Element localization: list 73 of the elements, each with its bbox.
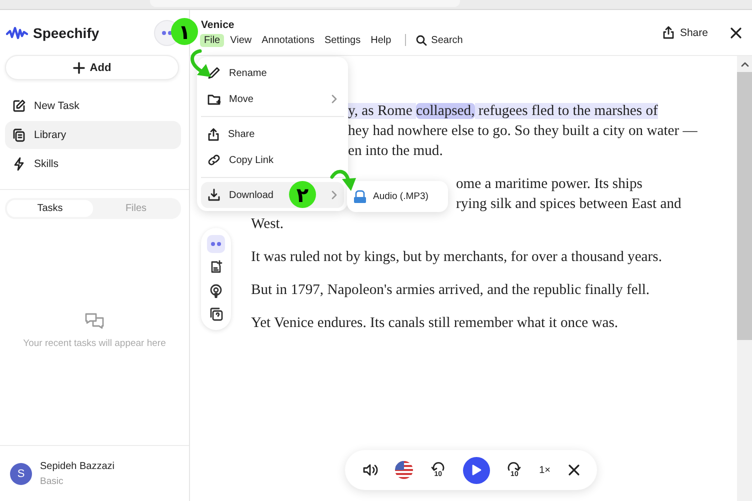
pointer-arrow bbox=[330, 170, 356, 191]
highlighted-text: y, as Rome bbox=[348, 103, 416, 119]
lightning-icon bbox=[12, 157, 26, 171]
search-icon bbox=[416, 34, 428, 46]
menu-option[interactable]: Copy Link bbox=[201, 147, 344, 173]
chevron-icon bbox=[330, 94, 338, 104]
library-icon bbox=[12, 128, 26, 142]
close-button[interactable] bbox=[730, 26, 742, 38]
menu-option[interactable]: Audio (.MP3) bbox=[353, 190, 428, 204]
forward-arrow-icon bbox=[507, 462, 522, 471]
assistant-button[interactable] bbox=[207, 234, 225, 253]
close-icon bbox=[730, 26, 742, 38]
tab[interactable]: Tasks bbox=[7, 200, 93, 217]
play-button[interactable] bbox=[462, 456, 490, 484]
play-icon bbox=[470, 464, 482, 476]
scroll-thumb[interactable] bbox=[737, 72, 752, 340]
user-avatar[interactable]: S bbox=[10, 462, 32, 484]
folder-icon bbox=[207, 92, 221, 106]
app-name: Speechify bbox=[33, 24, 100, 40]
speed-button[interactable]: 1× bbox=[539, 464, 551, 476]
menu-item[interactable]: Help bbox=[366, 34, 396, 46]
podcast-icon bbox=[209, 284, 223, 298]
empty-state-text: Your recent tasks will appear here bbox=[23, 338, 166, 348]
document-title: Venice bbox=[200, 18, 236, 30]
user-name: Sepideh Bazzazi bbox=[40, 460, 114, 472]
share-button[interactable]: Share bbox=[660, 24, 710, 41]
scroll-up-icon bbox=[740, 61, 748, 67]
add-button[interactable]: Add bbox=[5, 55, 179, 80]
search-button[interactable]: Search bbox=[416, 34, 463, 46]
logo-icon bbox=[6, 24, 28, 40]
pointer-arrow bbox=[190, 49, 211, 77]
volume-button[interactable] bbox=[362, 463, 378, 477]
menu-item[interactable]: View bbox=[226, 34, 256, 46]
article-text: hey had nowhere else to go. So they built a city on water — bbox=[348, 123, 698, 139]
scrollbar[interactable] bbox=[737, 56, 752, 501]
user-plan: Basic bbox=[40, 476, 64, 486]
rewind-arrow-icon bbox=[431, 462, 446, 471]
eyes-icon bbox=[160, 28, 174, 36]
menu-item[interactable]: Settings bbox=[320, 34, 365, 46]
download-icon bbox=[207, 188, 221, 202]
speaker-icon bbox=[362, 463, 378, 477]
note-add-icon bbox=[209, 260, 223, 274]
article-text: en into the mud. bbox=[348, 143, 443, 159]
chat-icon bbox=[84, 312, 106, 332]
chevron-icon bbox=[330, 190, 338, 200]
eyes-icon bbox=[209, 240, 223, 248]
menu-option[interactable]: Rename bbox=[201, 60, 344, 86]
plus-icon bbox=[72, 62, 85, 74]
highlighted-text: collapsed, bbox=[416, 103, 475, 119]
close-player-button[interactable] bbox=[568, 464, 580, 476]
article-text: ome a maritime power. Its ships bbox=[456, 176, 642, 192]
menu-item[interactable]: File bbox=[200, 34, 224, 46]
share-icon bbox=[207, 128, 220, 140]
close-icon bbox=[568, 464, 580, 476]
menu-option[interactable]: Share bbox=[201, 121, 344, 147]
article-text: Yet Venice endures. Its canals still remember what it once was. bbox=[251, 315, 618, 331]
share-icon bbox=[662, 26, 675, 39]
menu-option[interactable]: Move bbox=[201, 86, 344, 112]
article-text: rying silk and spices between East and bbox=[456, 196, 682, 212]
edit-icon bbox=[12, 99, 26, 113]
copy-question-icon bbox=[209, 307, 223, 322]
nav-item[interactable]: Library bbox=[5, 121, 181, 149]
pencil-icon bbox=[207, 66, 221, 80]
nav-item[interactable]: New Task bbox=[5, 92, 181, 120]
link-icon bbox=[207, 153, 221, 167]
flag-icon[interactable] bbox=[395, 461, 414, 479]
article-text: West. bbox=[251, 216, 284, 232]
nav-item[interactable]: Skills bbox=[5, 150, 181, 178]
menu-item[interactable]: Annotations bbox=[258, 34, 318, 46]
step-badge: ۱ bbox=[171, 18, 198, 45]
article-text: It was ruled not by kings, but by merchants, for over a thousand years. bbox=[251, 249, 662, 265]
article-text: But in 1797, Napoleon's armies arrived, and the republic finally fell. bbox=[251, 282, 650, 298]
highlighted-text: refugees fled to the marshes of bbox=[474, 103, 658, 119]
